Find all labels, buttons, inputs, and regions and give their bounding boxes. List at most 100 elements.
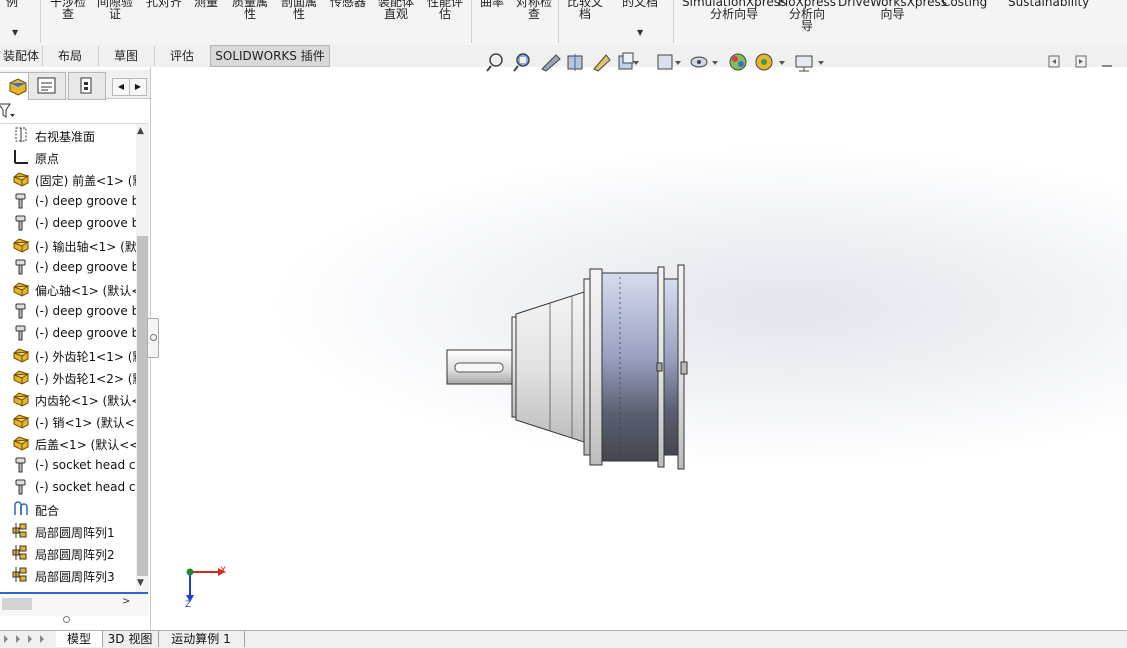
horizontal-scrollbar[interactable]: >: [0, 592, 148, 616]
scrollbar-thumb[interactable]: [137, 236, 148, 576]
filter-icon[interactable]: [0, 102, 18, 120]
ribbon-button[interactable]: FloXpress 分析向导: [778, 0, 836, 32]
ribbon-button[interactable]: 曲率: [480, 0, 504, 8]
zoom-to-fit-icon[interactable]: [486, 53, 503, 72]
feature-manager-tab[interactable]: [0, 72, 30, 100]
pattern-icon: [12, 545, 30, 561]
pin[interactable]: [656, 362, 663, 372]
chevron-down-icon[interactable]: ▼: [12, 28, 18, 37]
ribbon-button[interactable]: DriveWorksXpress 向导: [838, 0, 947, 20]
socket-head-screw[interactable]: [680, 361, 688, 375]
tree-item[interactable]: (-) deep groove b: [0, 190, 136, 212]
tree-item[interactable]: (-) 销<1> (默认<<: [0, 410, 136, 432]
tree-item[interactable]: (-) deep groove b: [0, 300, 136, 322]
ribbon-button[interactable]: 孔对齐: [146, 0, 182, 8]
apply-scene-icon[interactable]: [755, 53, 773, 71]
section-view-icon[interactable]: [567, 54, 583, 71]
graphics-area[interactable]: X Z: [150, 52, 1127, 630]
command-tab[interactable]: SOLIDWORKS 插件: [210, 45, 330, 67]
tree-item[interactable]: (-) 外齿轮1<1> (默: [0, 344, 136, 366]
view-settings-icon[interactable]: [795, 55, 813, 72]
bottom-tab[interactable]: 模型: [56, 631, 103, 647]
tree-filter-bar[interactable]: [0, 99, 148, 124]
ribbon-button[interactable]: 间隙验证: [97, 0, 133, 20]
scroll-down-icon[interactable]: ▼: [137, 578, 144, 588]
property-list-icon: [37, 77, 56, 94]
tree-item[interactable]: (-) socket head c: [0, 454, 136, 476]
tree-item[interactable]: 配合: [0, 498, 136, 520]
tree-item-label: 局部圆周阵列1: [35, 526, 115, 540]
heads-up-view-toolbar: [486, 52, 824, 72]
display-style-icon[interactable]: [657, 54, 673, 70]
view-orientation-icon[interactable]: [618, 52, 634, 70]
property-manager-tab[interactable]: [28, 72, 66, 100]
command-tab[interactable]: 草图: [98, 46, 155, 66]
ribbon-button[interactable]: 干涉检查: [50, 0, 86, 20]
ribbon-button[interactable]: 性能评估: [427, 0, 463, 20]
tree-item[interactable]: 内齿轮<1> (默认<: [0, 388, 136, 410]
tree-item[interactable]: 局部圆周阵列1: [0, 520, 136, 542]
dynamic-annotation-icon[interactable]: [593, 54, 611, 72]
tree-item[interactable]: (-) deep groove b: [0, 212, 136, 234]
chevron-down-icon[interactable]: ▼: [637, 28, 643, 37]
ribbon-button[interactable]: 的文档: [622, 0, 658, 8]
tree-item[interactable]: 右视基准面: [0, 124, 136, 146]
panel-scroll-right-button[interactable]: ▶: [129, 78, 147, 96]
tree-item[interactable]: 偏心轴<1> (默认<: [0, 278, 136, 300]
tree-item[interactable]: (-) socket head c: [0, 476, 136, 498]
toolbox-part-icon: [12, 259, 30, 275]
ribbon-button[interactable]: SimulationXpress 分析向导: [682, 0, 786, 20]
ribbon-button[interactable]: 例: [6, 0, 18, 8]
scroll-up-icon[interactable]: ▲: [137, 126, 144, 136]
assembly-model[interactable]: [150, 67, 1127, 630]
tree-item-label: 局部圆周阵列3: [35, 570, 115, 584]
rear-cover[interactable]: [663, 278, 679, 456]
panel-collapse-handle[interactable]: [147, 318, 159, 358]
ribbon-button[interactable]: 传感器: [330, 0, 366, 8]
command-tab[interactable]: 布局: [42, 46, 99, 66]
feature-tree-scrollbar[interactable]: ▲ ▼: [136, 124, 149, 592]
housing-flange-rim[interactable]: [589, 268, 603, 466]
previous-view-icon[interactable]: [541, 54, 561, 72]
ribbon-button[interactable]: 装配体 直观: [378, 0, 414, 20]
tile-icon[interactable]: [1075, 55, 1087, 68]
tree-item[interactable]: (-) 外齿轮1<2> (默: [0, 366, 136, 388]
ribbon-button[interactable]: 质量属性: [232, 0, 268, 20]
hide-show-items-icon[interactable]: [690, 56, 708, 68]
zoom-to-area-icon[interactable]: [513, 53, 530, 72]
mates-icon: [12, 501, 30, 517]
ribbon-button-label: 估: [439, 7, 452, 21]
bottom-tab[interactable]: 3D 视图: [102, 631, 159, 647]
edit-appearance-icon[interactable]: [729, 53, 747, 71]
ribbon-button[interactable]: Costing: [942, 0, 987, 8]
ribbon-button[interactable]: 对称检查: [516, 0, 552, 20]
ribbon-button[interactable]: 比较文档: [567, 0, 603, 20]
command-tab[interactable]: 评估: [154, 46, 211, 66]
tree-item[interactable]: 局部圆周阵列2: [0, 542, 136, 564]
tree-item[interactable]: 局部圆周阵列3: [0, 564, 136, 586]
feature-tree: 右视基准面 原点 (固定) 前盖<1> (默 (-) deep groove b (-)…: [0, 124, 136, 586]
bottom-tab[interactable]: 运动算例 1: [158, 631, 245, 647]
command-tab[interactable]: 装配体: [0, 46, 43, 66]
toolbox-part-icon: [12, 303, 30, 319]
horizontal-scrollbar-thumb[interactable]: [2, 598, 32, 610]
tree-item[interactable]: (-) deep groove b: [0, 256, 136, 278]
tree-item[interactable]: (固定) 前盖<1> (默: [0, 168, 136, 190]
toolbox-part-icon: [12, 325, 30, 341]
panel-scroll-left-button[interactable]: ◀: [112, 78, 130, 96]
ribbon-button[interactable]: 剖面属性: [281, 0, 317, 20]
scroll-right-icon[interactable]: >: [122, 596, 130, 607]
panel-splitter-handle[interactable]: [63, 616, 70, 623]
tab-navigation-arrows[interactable]: [0, 631, 56, 647]
ribbon-button-label: 孔对齐: [146, 0, 183, 9]
ribbon-button[interactable]: 测量: [194, 0, 218, 8]
restore-icon[interactable]: [1048, 55, 1060, 68]
tree-item[interactable]: (-) deep groove b: [0, 322, 136, 344]
tree-item[interactable]: 原点: [0, 146, 136, 168]
pattern-icon: [12, 523, 30, 539]
tree-item[interactable]: 后盖<1> (默认<<: [0, 432, 136, 454]
ribbon-button[interactable]: Sustainability: [1008, 0, 1089, 8]
tree-item[interactable]: (-) 输出轴<1> (默认: [0, 234, 136, 256]
housing-body[interactable]: [601, 272, 659, 462]
configuration-manager-tab[interactable]: [68, 72, 106, 100]
